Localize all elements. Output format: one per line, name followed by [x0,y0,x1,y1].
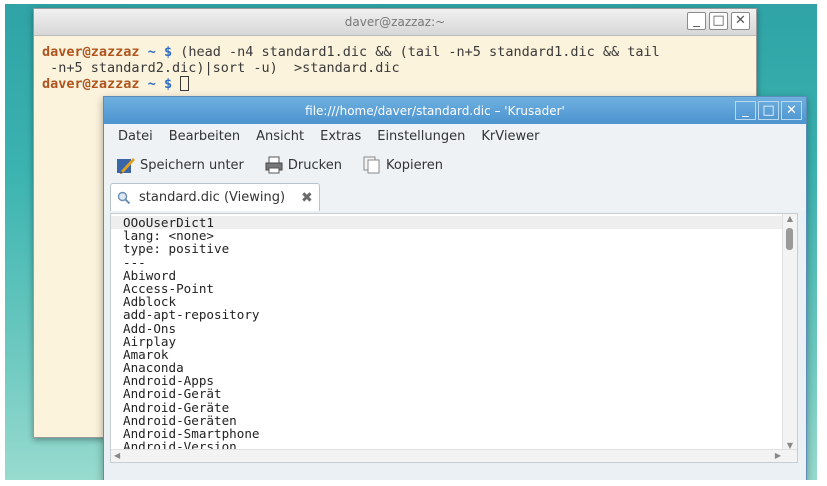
tab-close-icon[interactable]: ✖ [301,190,313,206]
prompt-at: @ [82,44,91,60]
prompt-user: daver [42,76,83,92]
terminal-title: daver@zazzaz:~ [344,15,446,29]
viewer-line: Anaconda [123,360,184,376]
magnifier-icon [117,191,131,204]
copy-button[interactable]: Kopieren [362,155,443,175]
terminal-output[interactable]: daver@zazzaz ~ $ (head -n4 standard1.dic… [34,36,756,92]
save-as-button[interactable]: Speichern unter [116,155,244,175]
viewer-line: Amarok [123,346,169,362]
viewer-line: Abiword [123,267,177,283]
menu-krviewer[interactable]: KrViewer [481,129,539,144]
terminal-line-2: -n+5 standard2.dic)|sort -u) >standard.d… [42,60,400,76]
print-button[interactable]: Drucken [264,155,342,175]
print-label: Drucken [287,157,342,173]
viewer-line: Android-Gerät [123,386,222,402]
krusader-window[interactable]: file:///home/daver/standard.dic – 'Krusa… [103,96,807,480]
viewer-line: type: positive [123,241,230,257]
desktop: daver@zazzaz:~ _ □ ✕ daver@zazzaz ~ $ (h… [5,4,817,480]
krusader-titlebar[interactable]: file:///home/daver/standard.dic – 'Krusa… [104,97,806,124]
scroll-left-arrow-icon[interactable]: ◀ [114,450,120,462]
copy-icon [363,156,380,174]
file-viewer[interactable]: OOoUserDict1 lang: <none> type: positive --… [110,213,798,463]
copy-label: Kopieren [385,157,443,173]
tab-standard-dic[interactable]: standard.dic (Viewing) ✖ [110,183,320,211]
vertical-scrollbar[interactable]: ▲ ▼ [782,214,797,450]
menu-ansicht[interactable]: Ansicht [256,129,304,144]
viewer-line: Add-Ons [123,320,177,336]
menu-extras[interactable]: Extras [320,129,361,144]
krusader-title: file:///home/daver/standard.dic – 'Krusa… [305,104,565,118]
terminal-maximize-button[interactable]: □ [709,12,728,30]
horizontal-scrollbar[interactable]: ◀ ▶ [111,449,797,462]
menu-bar: Datei Bearbeiten Ansicht Extras Einstell… [104,124,806,149]
viewer-line: Access-Point [123,280,214,296]
krusader-close-button[interactable]: ✕ [781,101,802,120]
tab-label: standard.dic (Viewing) [139,190,286,205]
save-as-label: Speichern unter [140,157,244,173]
save-as-icon [117,158,135,174]
terminal-line-1: daver@zazzaz ~ $ (head -n4 standard1.dic… [42,44,756,60]
terminal-line-3: daver@zazzaz ~ $ [42,76,756,92]
menu-bearbeiten[interactable]: Bearbeiten [169,129,240,144]
viewer-line: add-apt-repository [123,307,260,323]
viewer-text: OOoUserDict1 lang: <none> type: positive --… [111,214,783,453]
viewer-line: Android-Geräte [123,399,230,415]
menu-datei[interactable]: Datei [118,129,153,144]
terminal-minimize-button[interactable]: _ [687,12,706,30]
prompt-user: daver [42,44,83,60]
menu-einstellungen[interactable]: Einstellungen [377,129,465,144]
scroll-right-arrow-icon[interactable]: ▶ [775,450,781,462]
prompt-host: zazzaz [90,44,140,60]
prompt-host: zazzaz [90,76,140,92]
printer-icon [265,156,283,174]
krusader-maximize-button[interactable]: □ [758,101,779,120]
scroll-up-arrow-icon[interactable]: ▲ [783,214,797,223]
prompt-at: @ [82,76,91,92]
tab-bar: standard.dic (Viewing) ✖ [104,181,806,211]
krusader-minimize-button[interactable]: _ [735,101,756,120]
viewer-line: Android-Apps [123,373,214,389]
terminal-close-button[interactable]: ✕ [731,12,750,30]
toolbar: Speichern unter Drucken Kopieren [104,149,806,181]
scrollbar-thumb[interactable] [786,228,793,250]
prompt-path: ~ $ [139,44,173,60]
prompt-path: ~ $ [139,76,173,92]
terminal-cursor [180,76,190,91]
terminal-titlebar[interactable]: daver@zazzaz:~ _ □ ✕ [34,9,756,36]
viewer-line: Airplay [123,333,177,349]
viewer-line: --- [123,254,146,270]
command-text: (head -n4 standard1.dic && (tail -n+5 st… [172,44,660,60]
